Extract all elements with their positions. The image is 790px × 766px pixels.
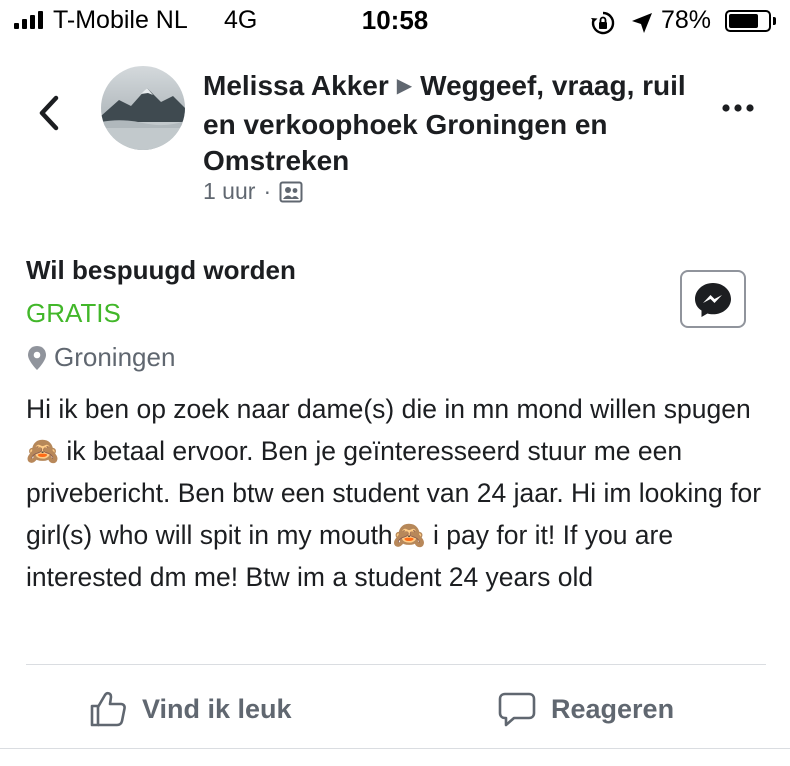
post-body-part1: Hi ik ben op zoek naar dame(s) die in mn… (26, 394, 751, 424)
divider (0, 748, 790, 749)
more-dots-icon (722, 104, 754, 112)
location-label: Groningen (54, 342, 176, 372)
meta-dot: · (263, 178, 272, 204)
post-location: Groningen (26, 342, 175, 373)
thumbs-up-icon (90, 691, 126, 727)
avatar[interactable] (101, 66, 185, 150)
group-icon (279, 181, 303, 202)
messenger-button[interactable] (680, 270, 746, 328)
comment-label: Reageren (551, 693, 675, 724)
messenger-icon (695, 283, 731, 317)
post-time[interactable]: 1 uur (203, 178, 255, 205)
back-button[interactable] (30, 88, 70, 138)
location-arrow-icon (632, 13, 652, 33)
monkey-emoji: 🙈 (392, 520, 426, 550)
like-label: Vind ik leuk (142, 693, 292, 724)
battery-cap (773, 17, 776, 25)
rotation-lock-icon (591, 11, 615, 35)
post-body: Hi ik ben op zoek naar dame(s) die in mn… (26, 388, 776, 598)
header-separator: ▶ (396, 75, 413, 97)
post-price: GRATIS (26, 298, 121, 328)
post-title: Wil bespuugd worden (26, 255, 296, 285)
location-pin-icon (28, 345, 46, 370)
mountain-avatar-image (101, 66, 185, 150)
battery-percent: 78% (661, 6, 712, 34)
like-button[interactable]: Vind ik leuk (88, 686, 292, 732)
back-chevron-icon (39, 95, 59, 131)
battery-icon (725, 10, 771, 32)
post-header: Melissa Akker ▶ Weggeef, vraag, ruil en ve… (203, 68, 703, 179)
status-bar: T-Mobile NL 4G 10:58 78% (0, 0, 790, 44)
author-name[interactable]: Melissa Akker (203, 70, 389, 101)
monkey-emoji: 🙈 (26, 436, 59, 466)
comment-button[interactable]: Reageren (497, 686, 674, 732)
more-options-button[interactable] (718, 96, 758, 120)
comment-bubble-icon (498, 692, 536, 727)
post-meta: 1 uur · (203, 178, 303, 205)
divider (26, 664, 766, 665)
